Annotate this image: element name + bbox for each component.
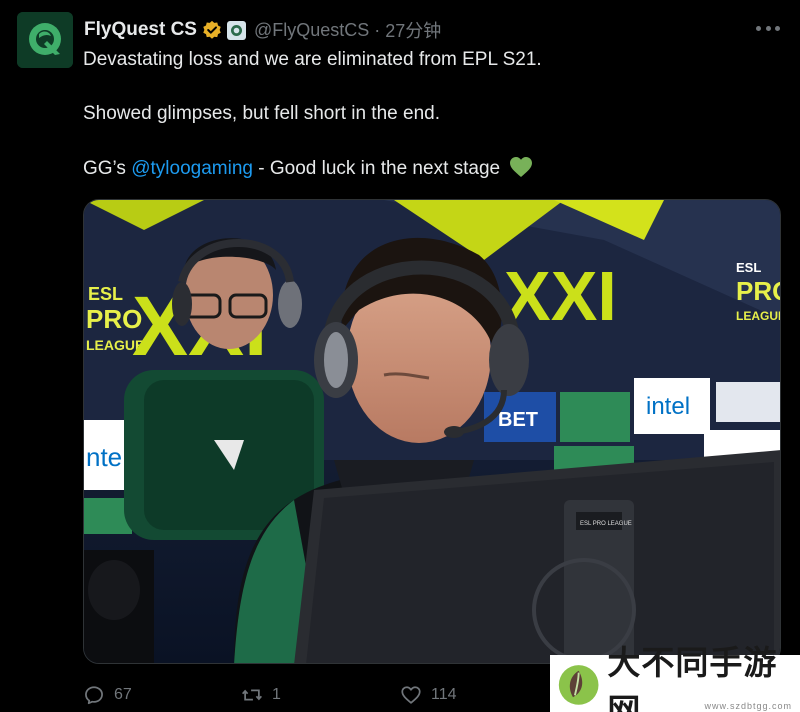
- svg-text:BET: BET: [498, 409, 538, 431]
- flyquest-logo-icon: [17, 12, 73, 68]
- timestamp[interactable]: 27分钟: [385, 17, 441, 43]
- tweet-text-line-3: GG’s @tyloogaming - Good luck in the nex…: [83, 156, 533, 181]
- mention-link[interactable]: @tyloogaming: [131, 158, 253, 179]
- handle[interactable]: @FlyQuestCS: [254, 20, 369, 41]
- reply-button[interactable]: 67: [83, 680, 132, 710]
- green-heart-icon: [510, 157, 533, 177]
- tweet-header: FlyQuest CS @FlyQuestCS · 27分钟: [84, 16, 441, 44]
- svg-text:ESL PRO LEAGUE: ESL PRO LEAGUE: [580, 521, 632, 527]
- tweet-text-line-2: Showed glimpses, but fell short in the e…: [83, 103, 440, 124]
- reply-count: 67: [114, 686, 132, 703]
- tweet: FlyQuest CS @FlyQuestCS · 27分钟 Devastati…: [0, 0, 800, 712]
- separator-dot: ·: [374, 19, 381, 40]
- svg-text:PRO: PRO: [736, 276, 781, 306]
- photo-illustration: ESL PRO LEAGUE XXI XXI ESL PRO LEAGUE BE…: [84, 200, 781, 663]
- watermark-logo-icon: [558, 664, 599, 705]
- text-suffix: - Good luck in the next stage: [252, 158, 501, 179]
- svg-text:XXI: XXI: [504, 257, 617, 335]
- tweet-text-line-1: Devastating loss and we are eliminated f…: [83, 49, 542, 70]
- repost-button[interactable]: 1: [241, 680, 281, 710]
- like-button[interactable]: 114: [400, 680, 457, 710]
- verified-badge-icon: [203, 20, 221, 39]
- svg-text:LEAGUE: LEAGUE: [736, 309, 781, 323]
- svg-text:ESL: ESL: [88, 284, 123, 304]
- repost-icon: [242, 689, 262, 701]
- site-watermark: 大不同手游网 www.szdbtgg.com: [550, 643, 800, 712]
- reply-icon: [85, 686, 103, 705]
- text-prefix: GG’s: [83, 158, 132, 179]
- more-button[interactable]: [756, 18, 780, 38]
- svg-text:nte: nte: [86, 442, 122, 472]
- watermark-url: www.szdbtgg.com: [704, 701, 792, 711]
- like-icon: [401, 686, 421, 704]
- tweet-photo[interactable]: ESL PRO LEAGUE XXI XXI ESL PRO LEAGUE BE…: [83, 199, 781, 664]
- like-count: 114: [431, 686, 457, 703]
- more-icon: [756, 25, 761, 31]
- svg-text:intel: intel: [646, 393, 690, 420]
- affiliate-badge-icon[interactable]: [226, 20, 246, 40]
- svg-text:ESL: ESL: [736, 260, 761, 275]
- display-name[interactable]: FlyQuest CS: [84, 19, 197, 41]
- avatar[interactable]: [17, 12, 73, 68]
- repost-count: 1: [272, 686, 281, 703]
